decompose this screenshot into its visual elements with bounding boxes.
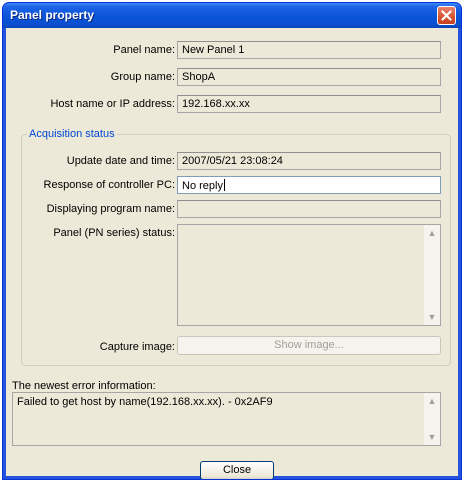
acquisition-status-title: Acquisition status [27, 128, 117, 140]
error-info-textarea[interactable]: Failed to get host by name(192.168.xx.xx… [12, 392, 441, 446]
scroll-down-arrow-icon[interactable]: ▼ [425, 310, 439, 324]
scroll-down-arrow-icon[interactable]: ▼ [425, 430, 439, 444]
response-label: Response of controller PC: [43, 179, 175, 191]
group-name-field[interactable]: ShopA [177, 68, 441, 86]
close-window-button[interactable] [437, 6, 456, 25]
group-name-label: Group name: [110, 71, 175, 83]
panel-status-scrollbar[interactable]: ▲ ▼ [424, 225, 440, 325]
scroll-up-arrow-icon[interactable]: ▲ [425, 226, 439, 240]
panel-status-textarea[interactable]: ▲ ▼ [177, 224, 441, 326]
program-name-field[interactable] [177, 200, 441, 218]
panel-property-dialog: Panel property Panel name: New Panel 1 G… [2, 2, 462, 480]
show-image-button[interactable]: Show image... [177, 336, 441, 355]
panel-status-label: Panel (PN series) status: [53, 227, 175, 239]
text-caret [223, 179, 225, 191]
host-field[interactable]: 192.168.xx.xx [177, 95, 441, 113]
host-label: Host name or IP address: [50, 98, 175, 110]
update-time-label: Update date and time: [66, 155, 175, 167]
panel-name-field[interactable]: New Panel 1 [177, 41, 441, 59]
panel-name-label: Panel name: [113, 44, 175, 56]
program-name-label: Displaying program name: [46, 203, 175, 215]
scroll-up-arrow-icon[interactable]: ▲ [425, 394, 439, 408]
title-bar[interactable]: Panel property [3, 3, 461, 28]
close-button[interactable]: Close [200, 461, 274, 479]
error-info-label: The newest error information: [12, 380, 156, 392]
capture-image-label: Capture image: [99, 341, 175, 353]
update-time-field[interactable]: 2007/05/21 23:08:24 [177, 152, 441, 170]
response-value: No reply [182, 180, 223, 192]
response-field[interactable]: No reply [177, 176, 441, 194]
dialog-body: Panel name: New Panel 1 Group name: Shop… [7, 28, 457, 479]
window-title: Panel property [10, 8, 95, 22]
close-icon [441, 10, 452, 21]
error-info-value: Failed to get host by name(192.168.xx.xx… [17, 396, 273, 408]
error-info-scrollbar[interactable]: ▲ ▼ [424, 393, 440, 445]
